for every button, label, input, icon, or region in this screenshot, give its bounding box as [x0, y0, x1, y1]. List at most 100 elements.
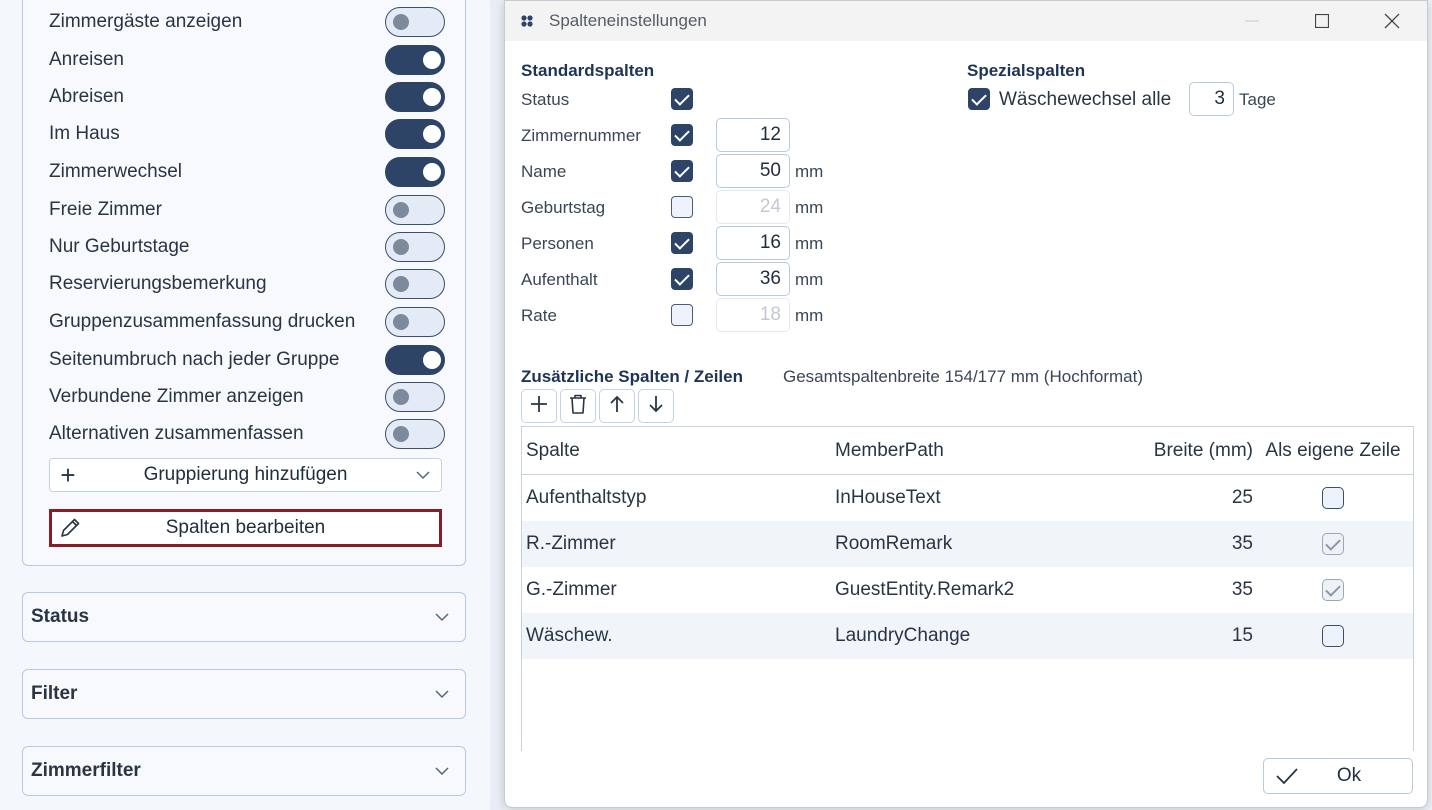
column-label-name: Name	[521, 162, 567, 181]
option-label: Verbundene Zimmer anzeigen	[49, 386, 304, 407]
column-label-birthday: Geburtstag	[521, 198, 606, 217]
option-label: Anreisen	[49, 49, 124, 70]
own-row-checkbox[interactable]	[1322, 625, 1344, 647]
grid-header-cell[interactable]: MemberPath	[835, 440, 1125, 462]
stay-checkbox[interactable]	[671, 268, 693, 290]
option-label: Abreisen	[49, 86, 124, 107]
cell-column: Aufenthaltstyp	[526, 487, 647, 508]
ok-label: Ok	[1336, 765, 1362, 786]
toggle-switch[interactable]	[385, 157, 445, 187]
stay-width-input[interactable]: 36	[716, 262, 790, 296]
birthday-checkbox[interactable]	[671, 196, 693, 218]
option-row[interactable]: Verbundene Zimmer anzeigen	[49, 380, 445, 414]
close-icon[interactable]	[1357, 1, 1427, 41]
edit-columns-button[interactable]: Spalten bearbeiten	[49, 509, 442, 547]
option-row[interactable]: Seitenumbruch nach jeder Gruppe	[49, 343, 445, 377]
accordion-status[interactable]: Status	[22, 592, 466, 642]
ok-button[interactable]: Ok	[1263, 758, 1413, 794]
table-row[interactable]: Wäschew. LaundryChange 15	[522, 613, 1413, 659]
special-columns-heading: Spezialspalten	[967, 61, 1086, 80]
toggle-switch[interactable]	[385, 419, 445, 449]
dialog-titlebar[interactable]: Spalteneinstellungen	[505, 1, 1427, 41]
option-row[interactable]: Zimmerwechsel	[49, 155, 445, 189]
cell-width: 35	[1231, 579, 1253, 600]
option-label: Gruppenzusammenfassung drucken	[49, 311, 356, 332]
status-checkbox[interactable]	[671, 88, 693, 110]
cell-column: R.-Zimmer	[526, 533, 616, 554]
option-row[interactable]: Anreisen	[49, 43, 445, 77]
toggle-switch[interactable]	[385, 119, 445, 149]
name-width-input[interactable]: 50	[716, 154, 790, 188]
laundry-change-checkbox[interactable]	[968, 88, 990, 110]
plus-icon	[530, 395, 548, 418]
persons-checkbox[interactable]	[671, 232, 693, 254]
toggle-switch[interactable]	[385, 7, 445, 37]
table-row[interactable]: R.-Zimmer RoomRemark 35	[522, 521, 1413, 567]
toggle-switch[interactable]	[385, 345, 445, 375]
table-row[interactable]: Aufenthaltstyp InHouseText 25	[522, 475, 1413, 521]
option-label: Zimmerwechsel	[49, 161, 183, 182]
plus-icon: +	[60, 460, 76, 490]
toggle-switch[interactable]	[385, 307, 445, 337]
toggle-switch[interactable]	[385, 382, 445, 412]
arrow-down-icon	[648, 395, 664, 418]
column-label-persons: Personen	[521, 234, 594, 253]
accordion-title: Status	[31, 606, 90, 627]
grid-header-cell[interactable]: Als eigene Zeile	[1253, 440, 1413, 462]
option-row[interactable]: Alternativen zusammenfassen	[49, 417, 445, 451]
room-number-checkbox[interactable]	[671, 124, 693, 146]
option-label: Seitenumbruch nach jeder Gruppe	[49, 349, 340, 370]
option-row[interactable]: Freie Zimmer	[49, 193, 445, 227]
cell-column: Wäschew.	[526, 625, 613, 646]
laundry-days-input[interactable]: 3	[1189, 82, 1234, 116]
table-row[interactable]: G.-Zimmer GuestEntity.Remark2 35	[522, 567, 1413, 613]
unit-label: mm	[795, 234, 824, 253]
accordion-title: Zimmerfilter	[31, 760, 141, 781]
cell-own-row	[1253, 487, 1413, 509]
grid-header-cell[interactable]: Spalte	[522, 440, 835, 462]
own-row-checkbox[interactable]	[1322, 579, 1344, 601]
move-up-button[interactable]	[599, 389, 635, 423]
panel-divider	[490, 0, 504, 810]
option-label: Zimmergäste anzeigen	[49, 11, 243, 32]
option-row[interactable]: Reservierungsbemerkung	[49, 267, 445, 301]
option-row[interactable]: Im Haus	[49, 117, 445, 151]
option-row[interactable]: Zimmergäste anzeigen	[49, 5, 445, 39]
checkmark-icon	[1264, 768, 1310, 784]
grid-header-row: Spalte MemberPath Breite (mm) Als eigene…	[522, 427, 1413, 475]
option-row[interactable]: Abreisen	[49, 80, 445, 114]
own-row-checkbox[interactable]	[1322, 533, 1344, 555]
maximize-icon[interactable]	[1287, 1, 1357, 41]
unit-label: mm	[795, 198, 824, 217]
cell-column: G.-Zimmer	[526, 579, 617, 600]
name-checkbox[interactable]	[671, 160, 693, 182]
grid-header-cell[interactable]: Breite (mm)	[1125, 440, 1253, 462]
minimize-icon[interactable]	[1217, 1, 1287, 41]
dialog-title: Spalteneinstellungen	[549, 11, 707, 30]
chevron-down-icon	[435, 763, 449, 779]
move-down-button[interactable]	[638, 389, 674, 423]
toggle-switch[interactable]	[385, 232, 445, 262]
options-card: Zimmergäste anzeigen Anreisen Abreisen I…	[22, 0, 466, 566]
toggle-switch[interactable]	[385, 82, 445, 112]
option-row[interactable]: Gruppenzusammenfassung drucken	[49, 305, 445, 339]
add-row-button[interactable]	[521, 389, 557, 423]
option-row[interactable]: Nur Geburtstage	[49, 230, 445, 264]
own-row-checkbox[interactable]	[1322, 487, 1344, 509]
toggle-switch[interactable]	[385, 195, 445, 225]
toggle-switch[interactable]	[385, 269, 445, 299]
accordion-filter[interactable]: Filter	[22, 669, 466, 719]
rate-checkbox[interactable]	[671, 304, 693, 326]
app-icon	[505, 14, 549, 28]
accordion-room-filter[interactable]: Zimmerfilter	[22, 746, 466, 796]
delete-row-button[interactable]	[560, 389, 596, 423]
persons-width-input[interactable]: 16	[716, 226, 790, 260]
unit-label: mm	[795, 306, 824, 325]
add-grouping-dropdown[interactable]: + Gruppierung hinzufügen	[49, 458, 442, 492]
rate-width-input: 18	[716, 298, 790, 332]
unit-label: mm	[795, 162, 824, 181]
birthday-width-input: 24	[716, 190, 790, 224]
toggle-switch[interactable]	[385, 45, 445, 75]
room-number-width-input[interactable]: 12	[716, 118, 790, 152]
cell-member-path: InHouseText	[835, 487, 941, 508]
